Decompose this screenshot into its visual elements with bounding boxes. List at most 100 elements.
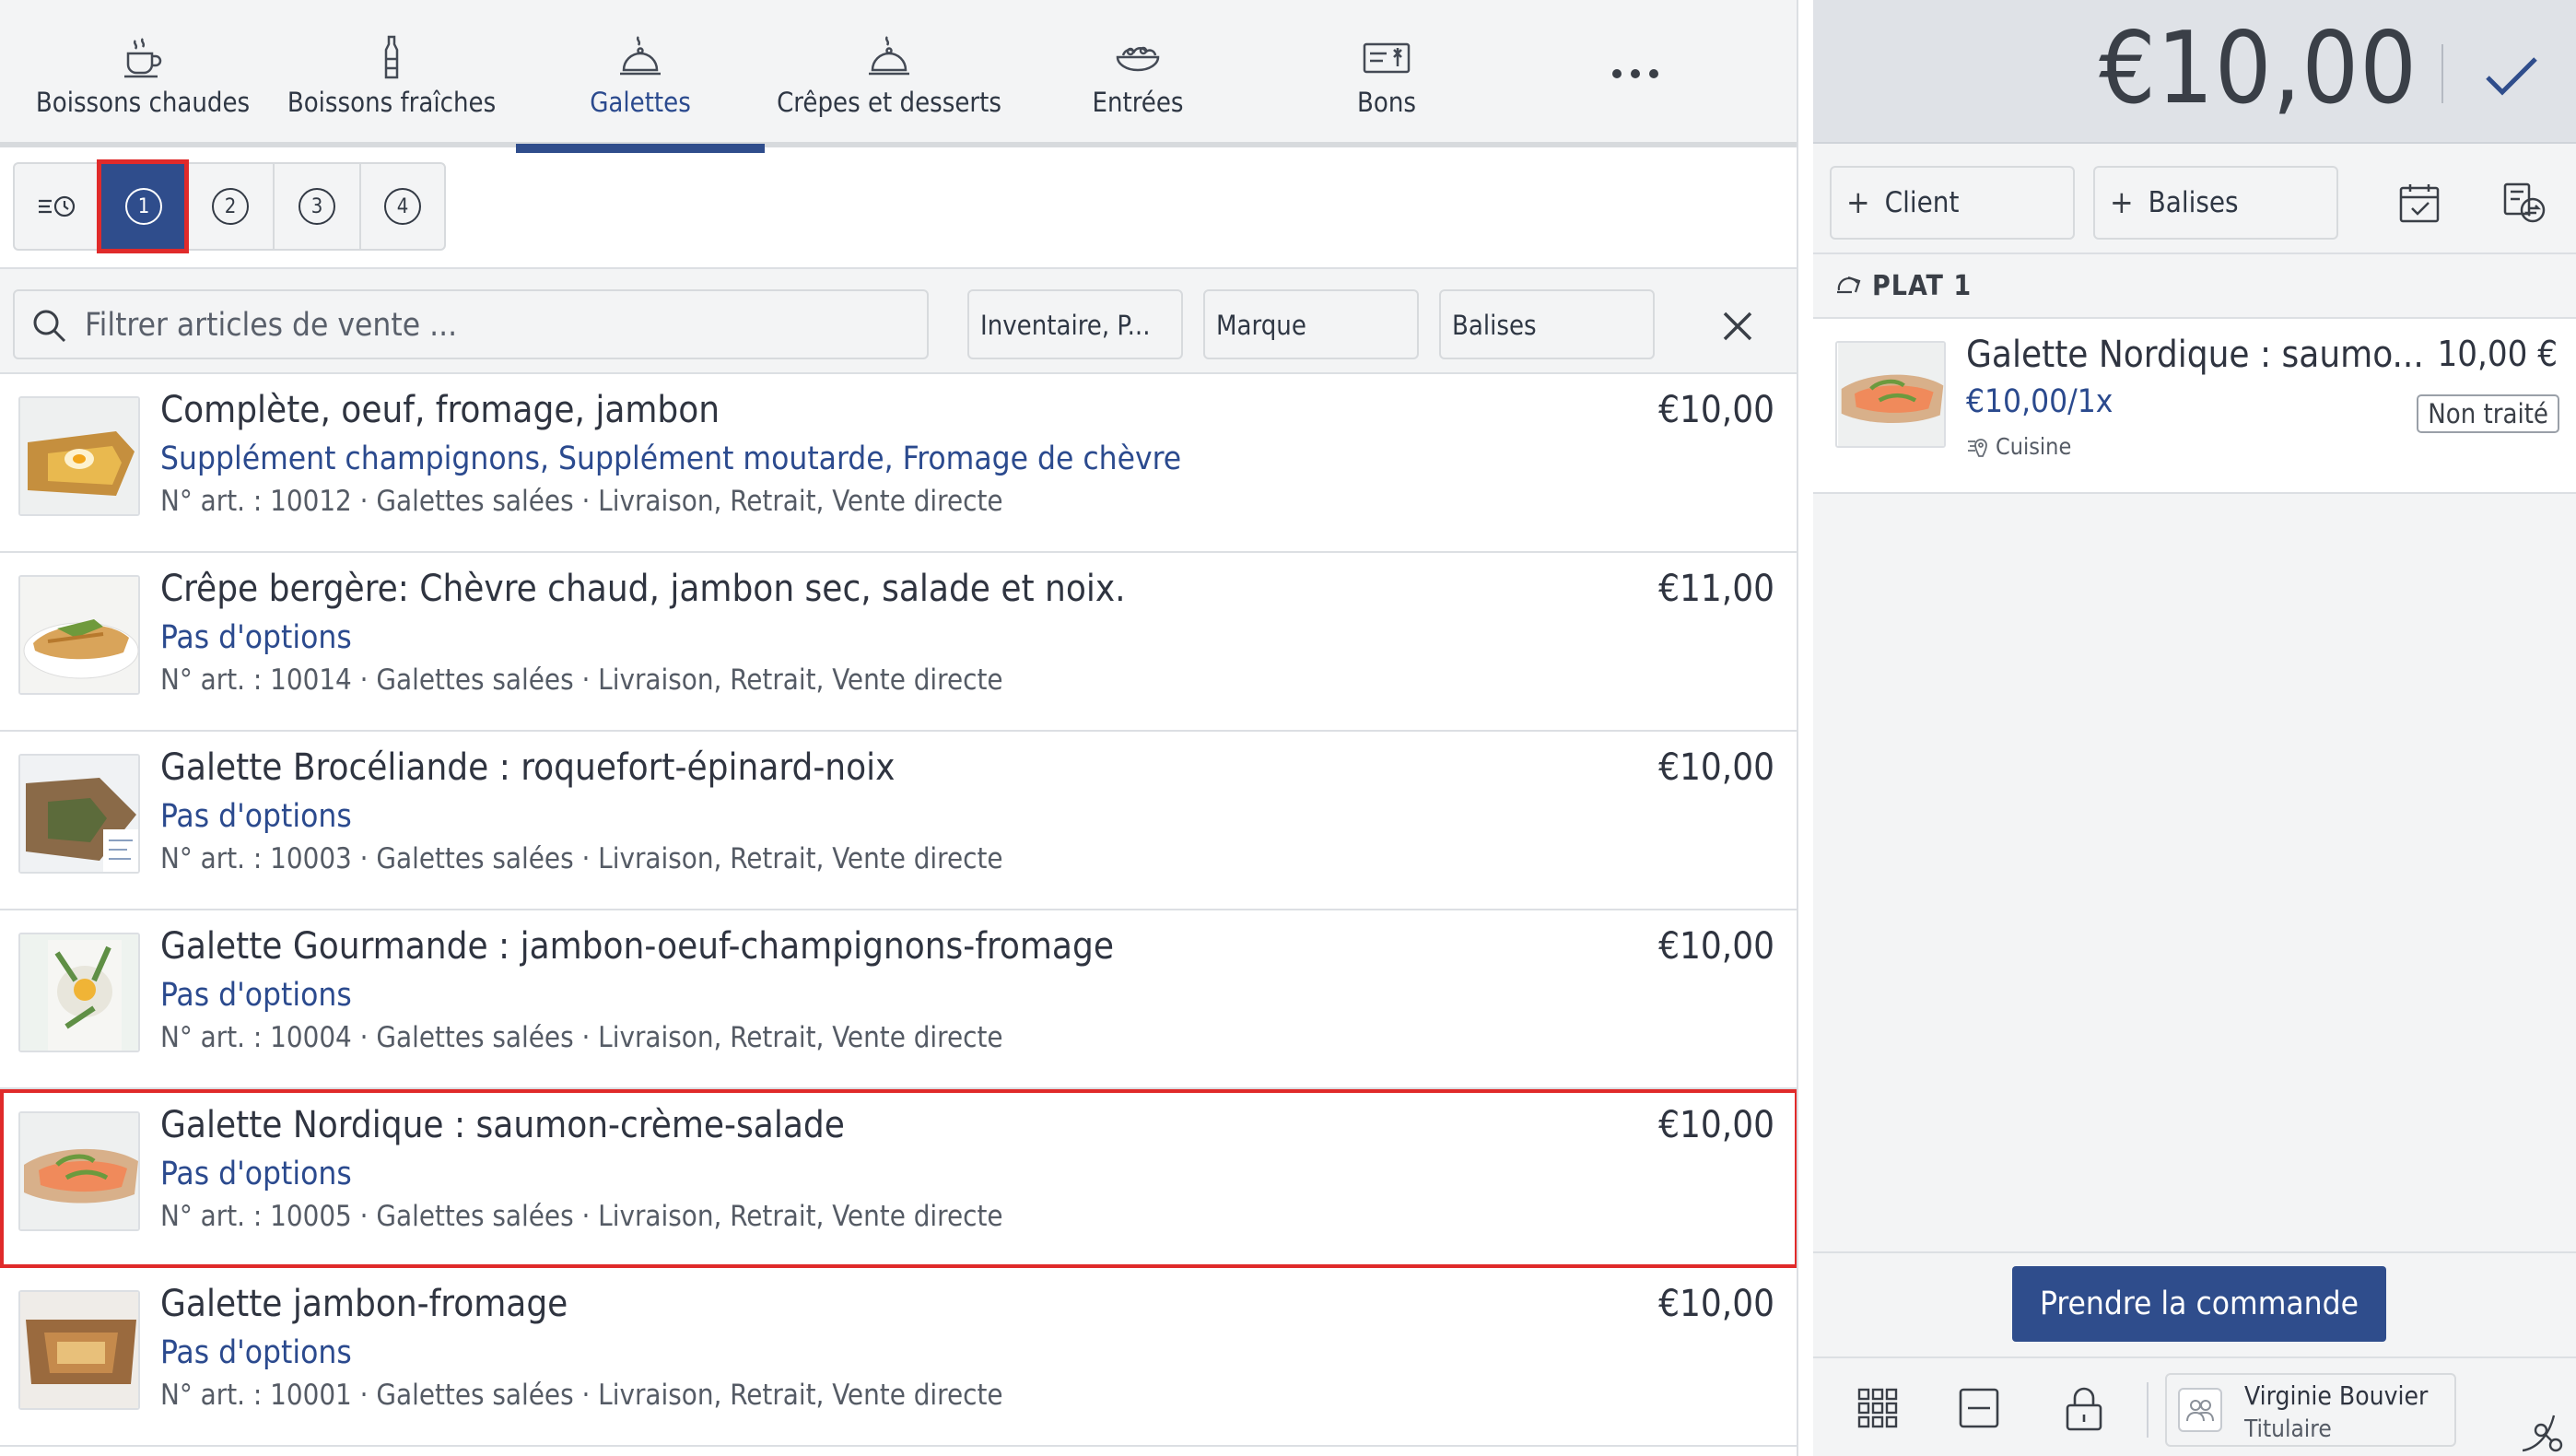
brand-filter-button[interactable]: Marque	[1203, 289, 1419, 359]
tab-entrees[interactable]: Entrées	[1013, 0, 1262, 147]
product-item[interactable]: Galette Brocéliande : roquefort-épinard-…	[0, 732, 1797, 910]
product-item[interactable]: Galette jambon-fromage Pas d'options N° …	[0, 1268, 1797, 1447]
plus-icon: +	[2110, 184, 2134, 221]
order-line-unit-price: €10,00/1x	[1966, 383, 2113, 420]
transfer-order-icon	[2503, 182, 2546, 223]
inventory-filter-button[interactable]: Inventaire, P...	[967, 289, 1183, 359]
status-badge: Non traité	[2417, 394, 2559, 433]
divider	[2147, 1382, 2149, 1438]
add-client-label: Client	[1884, 186, 1960, 219]
product-thumbnail	[18, 1290, 140, 1410]
product-item[interactable]: Galette Gourmande : jambon-oeuf-champign…	[0, 910, 1797, 1089]
product-item[interactable]: Complète, oeuf, fromage, jambon Suppléme…	[0, 374, 1797, 553]
bottom-toolbar: Virginie Bouvier Titulaire	[1813, 1356, 2576, 1456]
product-meta: N° art. : 10004 · Galettes salées · Livr…	[160, 1021, 1003, 1054]
product-meta: N° art. : 10012 · Galettes salées · Livr…	[160, 485, 1003, 518]
product-list: Complète, oeuf, fromage, jambon Suppléme…	[0, 374, 1797, 1447]
close-icon	[1723, 311, 1752, 341]
product-thumbnail	[18, 396, 140, 516]
add-tags-button[interactable]: + Balises	[2093, 166, 2338, 240]
cloche-tag-icon	[1837, 276, 1861, 294]
product-price: €10,00	[1658, 1283, 1774, 1325]
course-4-button[interactable]: 4	[359, 162, 446, 251]
station-label: Cuisine	[1996, 433, 2072, 460]
tab-boissons-fraiches[interactable]: Boissons fraîches	[267, 0, 516, 147]
confirm-button[interactable]	[2475, 44, 2548, 109]
clear-filters-button[interactable]	[1712, 300, 1763, 352]
cold-drink-bottle-icon	[267, 33, 516, 81]
order-actions: + Client + Balises	[1813, 144, 2576, 254]
tab-boissons-chaudes[interactable]: Boissons chaudes	[18, 0, 267, 147]
product-thumbnail	[18, 754, 140, 874]
course-number: 3	[299, 188, 335, 225]
filter-bar: Inventaire, P... Marque Balises	[0, 267, 1797, 374]
hot-drink-icon	[18, 33, 267, 81]
product-meta: N° art. : 10014 · Galettes salées · Livr…	[160, 663, 1003, 697]
kitchen-printer-icon	[1968, 438, 1987, 457]
collapse-button[interactable]	[1951, 1380, 2007, 1436]
product-thumbnail	[18, 575, 140, 695]
tab-galettes[interactable]: Galettes	[516, 0, 765, 153]
more-categories-button[interactable]	[1566, 0, 1704, 147]
order-total-bar: €10,00	[1813, 0, 2576, 144]
checkmark-icon	[2486, 57, 2537, 96]
user-role: Titulaire	[2244, 1415, 2332, 1443]
product-thumbnail	[18, 933, 140, 1052]
voucher-icon	[1262, 33, 1511, 81]
cloche-icon	[516, 33, 765, 81]
user-switch-button[interactable]: Virginie Bouvier Titulaire	[2165, 1373, 2456, 1447]
search-input[interactable]	[85, 300, 896, 350]
add-client-button[interactable]: + Client	[1830, 166, 2075, 240]
lock-icon	[2066, 1387, 2102, 1431]
tab-label: Boissons fraîches	[287, 87, 497, 118]
tab-bons[interactable]: Bons	[1262, 0, 1511, 147]
search-field[interactable]	[13, 289, 929, 359]
product-meta: N° art. : 10001 · Galettes salées · Livr…	[160, 1379, 1003, 1412]
course-number: 2	[212, 188, 249, 225]
course-2-button[interactable]: 2	[186, 162, 273, 251]
search-icon	[33, 310, 66, 343]
product-options: Pas d'options	[160, 798, 352, 835]
product-name: Complète, oeuf, fromage, jambon	[160, 389, 720, 431]
more-dots-icon	[1612, 69, 1658, 78]
product-pane: Boissons chaudes Boissons fraîches Galet…	[0, 0, 1798, 1456]
product-price: €11,00	[1658, 568, 1774, 610]
order-line-station: Cuisine	[1966, 433, 2071, 460]
product-name: Crêpe bergère: Chèvre chaud, jambon sec,…	[160, 568, 1126, 610]
product-options: Pas d'options	[160, 977, 352, 1014]
course-heading-label: PLAT 1	[1872, 269, 1973, 302]
category-tabs: Boissons chaudes Boissons fraîches Galet…	[0, 0, 1797, 153]
cloche-icon	[765, 33, 1013, 81]
product-price: €10,00	[1658, 389, 1774, 431]
tab-label: Entrées	[1092, 87, 1184, 118]
product-item-selected[interactable]: Galette Nordique : saumon-crème-salade P…	[0, 1089, 1797, 1268]
transfer-button[interactable]	[2499, 177, 2550, 229]
list-clock-icon	[39, 195, 76, 217]
calendar-check-icon	[2399, 184, 2440, 223]
place-order-area: Prendre la commande	[1813, 1251, 2576, 1356]
schedule-button[interactable]	[2394, 177, 2445, 229]
product-name: Galette Brocéliande : roquefort-épinard-…	[160, 746, 896, 789]
product-options: Pas d'options	[160, 1156, 352, 1192]
product-thumbnail	[18, 1111, 140, 1231]
course-3-button[interactable]: 3	[273, 162, 359, 251]
order-total: €10,00	[2099, 11, 2418, 126]
lock-button[interactable]	[2056, 1380, 2112, 1436]
grid-view-button[interactable]	[1850, 1380, 1905, 1436]
expand-link-icon[interactable]	[2523, 1410, 2576, 1456]
minus-square-icon	[1959, 1388, 1999, 1428]
order-pane: €10,00 + Client + Balises PLAT 1 Galette…	[1813, 0, 2576, 1456]
tab-crepes-desserts[interactable]: Crêpes et desserts	[765, 0, 1013, 147]
product-name: Galette Nordique : saumon-crème-salade	[160, 1104, 845, 1146]
order-line-item[interactable]: Galette Nordique : saumo... 10,00 € €10,…	[1813, 319, 2576, 494]
course-1-button[interactable]: 1	[97, 159, 189, 253]
tags-filter-button[interactable]: Balises	[1439, 289, 1655, 359]
product-options: Pas d'options	[160, 619, 352, 656]
course-timeline-button[interactable]	[13, 162, 100, 251]
order-line-price: 10,00 €	[2437, 334, 2558, 374]
product-price: €10,00	[1658, 1104, 1774, 1146]
tab-label: Galettes	[590, 87, 691, 118]
place-order-button[interactable]: Prendre la commande	[2012, 1266, 2386, 1342]
course-heading[interactable]: PLAT 1	[1813, 254, 2576, 319]
product-item[interactable]: Crêpe bergère: Chèvre chaud, jambon sec,…	[0, 553, 1797, 732]
